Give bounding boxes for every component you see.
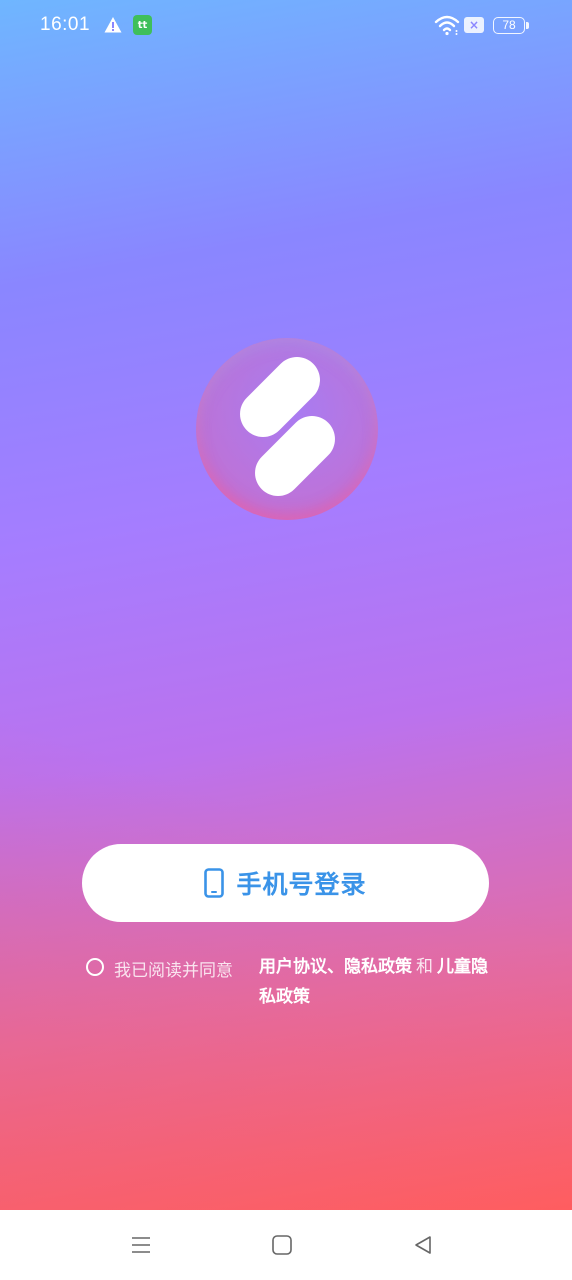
agreement-checkbox[interactable] (86, 958, 104, 976)
privacy-policy-link[interactable]: 隐私政策 (344, 957, 412, 977)
agreement-separator: 、 (327, 957, 344, 977)
no-sim-icon: × (464, 17, 484, 33)
back-icon[interactable] (412, 1234, 434, 1256)
app-notification-icon: tt (133, 15, 152, 35)
login-screen: 16:01 tt × 78 手机号登录 我已阅读并同意 用户协议、隐私政策 和 … (0, 0, 572, 1210)
menu-icon[interactable] (130, 1234, 152, 1256)
agreement-prefix: 我已阅读并同意 (114, 961, 233, 981)
battery-icon: 78 (493, 17, 529, 34)
status-time: 16:01 (40, 14, 91, 35)
system-navigation-bar (0, 1210, 572, 1280)
phone-icon (204, 868, 225, 898)
home-icon[interactable] (271, 1234, 293, 1256)
status-bar: 16:01 tt × 78 (0, 0, 572, 52)
phone-login-button[interactable]: 手机号登录 (82, 844, 489, 922)
agreement-links: 用户协议、隐私政策和儿童隐私政策 (259, 952, 489, 1012)
user-agreement-link[interactable]: 用户协议 (259, 957, 327, 977)
warning-icon (104, 17, 122, 33)
app-logo-icon (196, 338, 378, 520)
agreement-conjunction: 和 (416, 957, 433, 977)
phone-login-label: 手机号登录 (236, 870, 367, 899)
wifi-icon (434, 15, 460, 36)
